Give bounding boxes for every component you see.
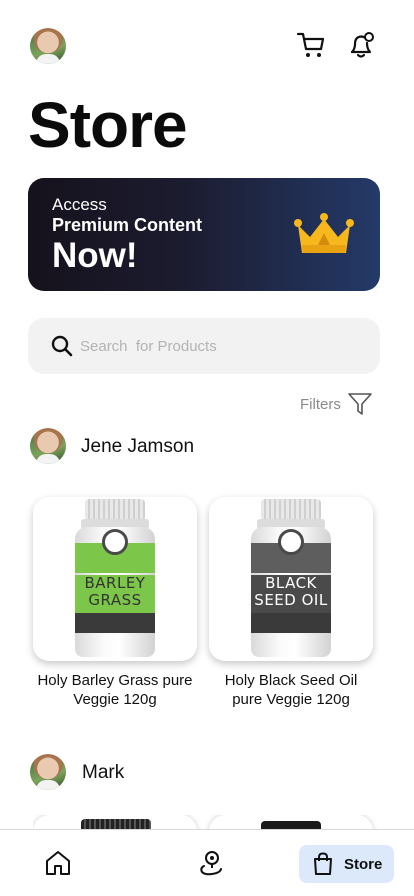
product-name: Holy Black Seed Oil pure Veggie 120g: [224, 672, 358, 708]
seller-avatar: [30, 754, 66, 790]
promo-line-3: Now!: [52, 236, 138, 275]
bell-icon: [350, 32, 374, 58]
seller-header[interactable]: Mark: [30, 754, 370, 790]
premium-banner[interactable]: Access Premium Content Now!: [28, 178, 380, 291]
cart-button[interactable]: [296, 30, 326, 60]
product-card[interactable]: BLACK SEED OIL Holy Black Seed Oil pure …: [209, 497, 373, 709]
nav-store-tab[interactable]: Store: [299, 845, 394, 883]
promo-line-1: Access: [52, 195, 107, 214]
product-card[interactable]: [209, 815, 373, 829]
seller-name: Jene Jamson: [81, 436, 195, 457]
product-label-line-1: BLACK: [265, 574, 317, 592]
seller-avatar: [30, 428, 66, 464]
notifications-button[interactable]: [346, 30, 376, 60]
bottom-navigation: Store: [0, 829, 414, 896]
product-label-line-1: BARLEY: [84, 574, 146, 592]
filters-button[interactable]: Filters: [300, 390, 373, 418]
product-card[interactable]: [33, 815, 197, 829]
crown-icon: [294, 213, 354, 253]
cart-icon: [296, 32, 325, 57]
page-title: Store: [28, 89, 188, 161]
product-card[interactable]: BARLEY GRASS Holy Barley Grass pure Vegg…: [33, 497, 197, 709]
shopping-bag-icon: [314, 852, 332, 875]
product-row: [33, 815, 383, 829]
search-input[interactable]: [80, 328, 360, 364]
promo-line-2: Premium Content: [52, 215, 203, 235]
filters-label: Filters: [300, 395, 341, 413]
search-bar[interactable]: [28, 318, 380, 374]
product-image: BARLEY GRASS: [33, 497, 197, 661]
home-icon: [46, 851, 70, 875]
product-image: BLACK SEED OIL: [209, 497, 373, 661]
seller-header[interactable]: Jene Jamson: [30, 428, 370, 464]
map-pin-icon: [200, 851, 222, 876]
user-avatar[interactable]: [30, 28, 66, 64]
filter-icon: [348, 393, 372, 415]
product-row: BARLEY GRASS Holy Barley Grass pure Vegg…: [33, 497, 383, 727]
product-label-line-2: SEED OIL: [254, 591, 328, 609]
seller-name: Mark: [82, 762, 125, 783]
search-icon: [51, 335, 73, 357]
nav-home-button[interactable]: [44, 849, 72, 877]
product-name: Holy Barley Grass pure Veggie 120g: [37, 672, 193, 708]
nav-map-button[interactable]: [197, 849, 225, 877]
product-label-line-2: GRASS: [88, 591, 142, 609]
nav-store-label: Store: [344, 855, 383, 873]
